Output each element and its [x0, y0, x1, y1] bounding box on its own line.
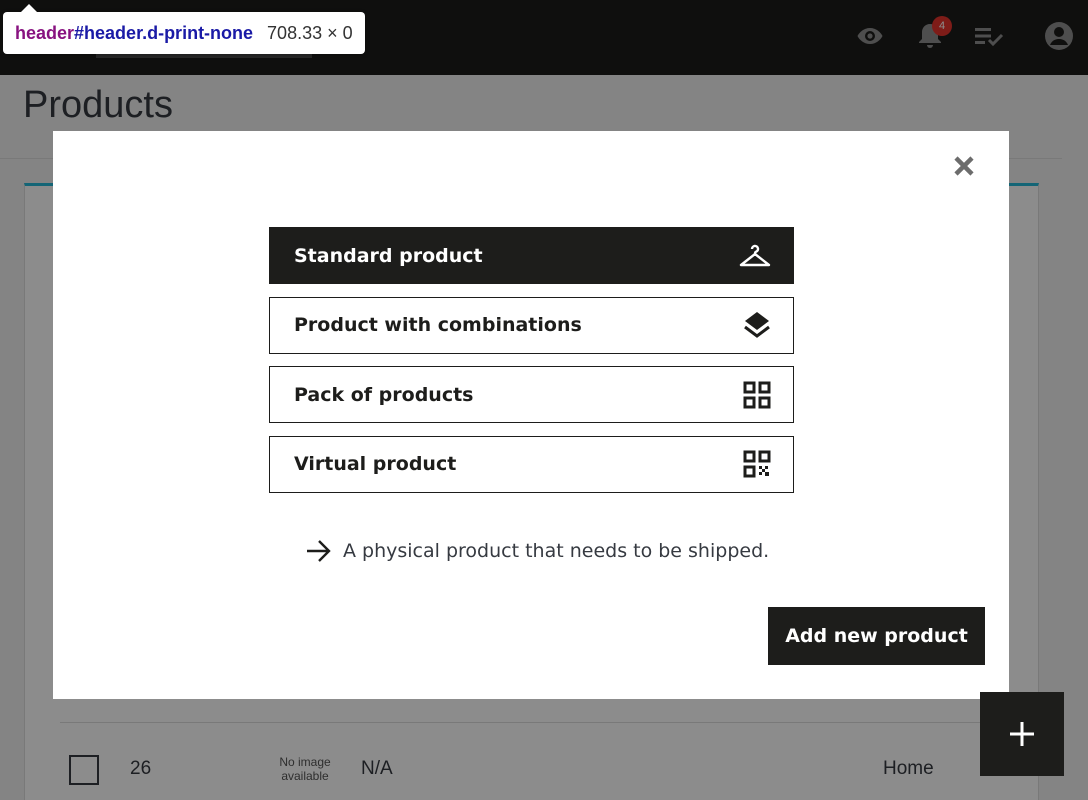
option-label: Virtual product [294, 453, 457, 475]
product-type-description: A physical product that needs to be ship… [305, 539, 769, 563]
tooltip-selector: #header.d-print-none [74, 22, 254, 43]
option-product-with-combinations[interactable]: Product with combinations [269, 296, 794, 354]
qr-code-icon [743, 450, 771, 478]
add-new-product-button[interactable]: Add new product [768, 607, 985, 665]
option-pack-of-products[interactable]: Pack of products [269, 366, 794, 423]
product-type-modal: Standard product Product with combinatio… [53, 131, 1009, 699]
plus-icon [1010, 722, 1034, 746]
option-label: Standard product [294, 244, 483, 267]
tooltip-tag: header [15, 22, 75, 43]
product-type-options: Standard product Product with combinatio… [269, 227, 794, 505]
grid-icon [743, 381, 771, 408]
floating-add-button[interactable] [980, 692, 1064, 776]
close-icon[interactable] [949, 151, 979, 181]
option-virtual-product[interactable]: Virtual product [269, 435, 794, 493]
tooltip-size: 708.33 × 0 [267, 22, 353, 43]
arrow-right-icon [307, 540, 331, 562]
devtools-inspector-tooltip: header#header.d-print-none 708.33 × 0 [3, 4, 365, 54]
option-standard-product[interactable]: Standard product [269, 227, 794, 284]
option-label: Pack of products [294, 383, 474, 406]
option-label: Product with combinations [294, 314, 582, 336]
hanger-icon [739, 244, 771, 266]
description-text: A physical product that needs to be ship… [343, 540, 770, 562]
layers-icon [744, 312, 770, 338]
